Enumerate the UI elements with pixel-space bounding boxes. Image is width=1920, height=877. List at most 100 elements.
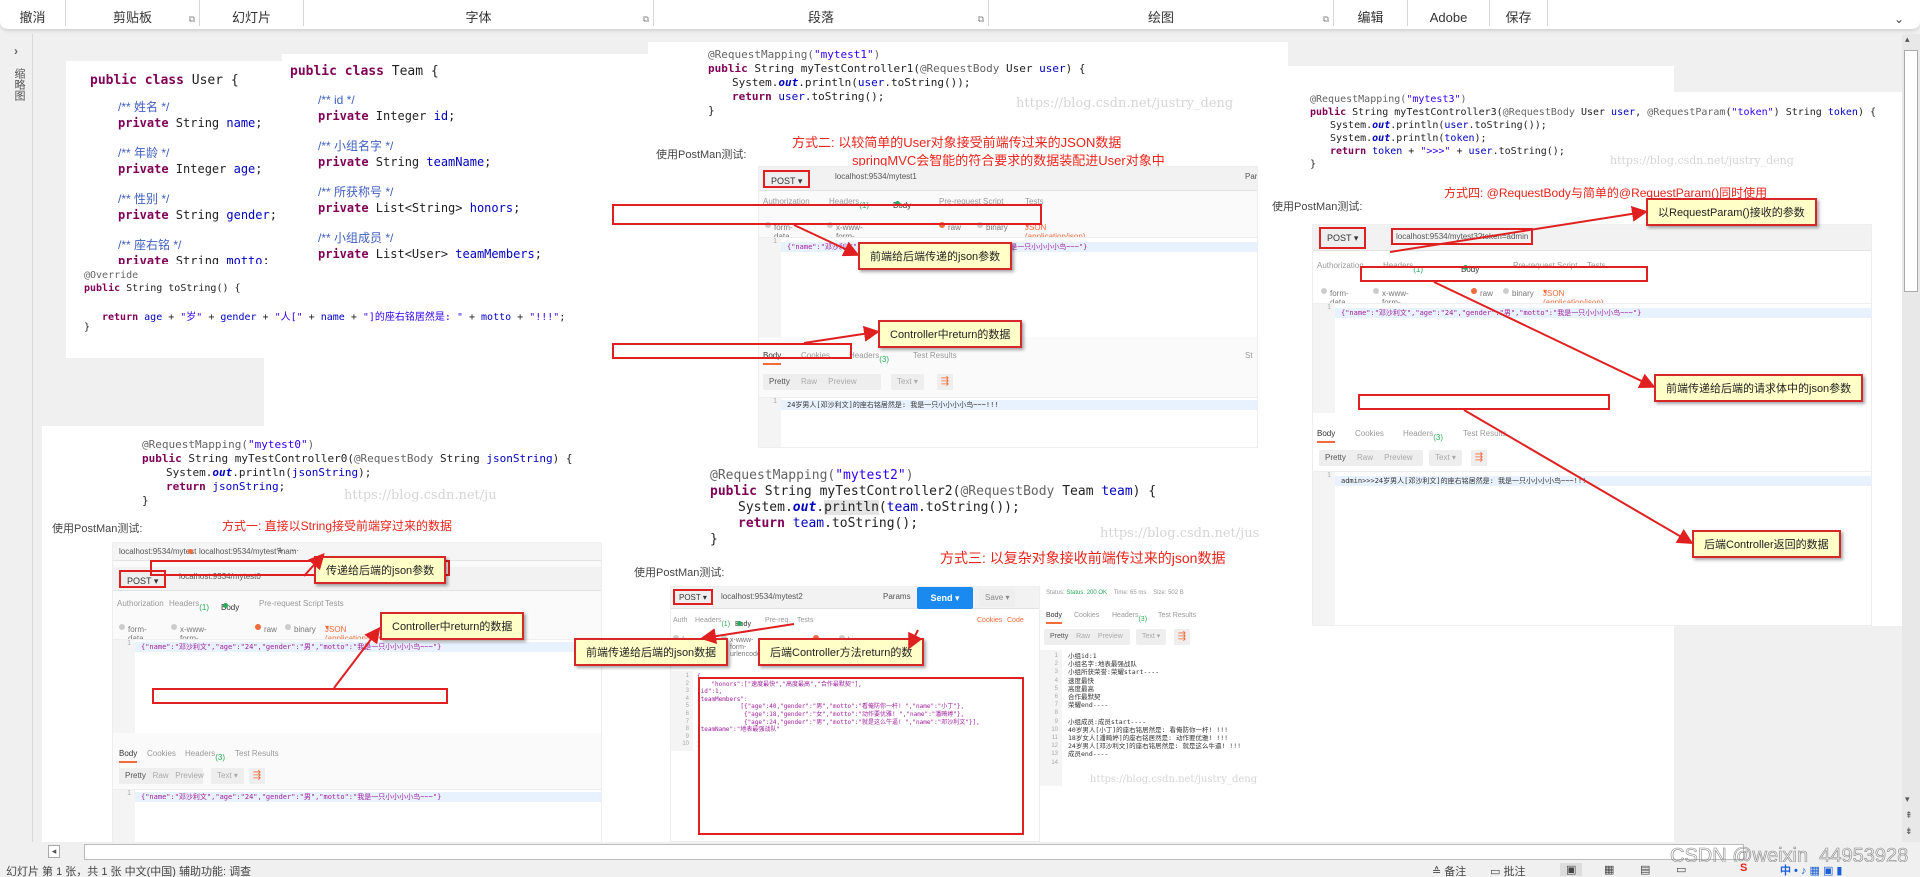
response-line: 18岁女人[潘畸婷]的座右铭居然是: 动作要优雅! !!! — [1068, 734, 1229, 743]
url-input[interactable]: localhost:9534/mytest2 — [721, 592, 803, 601]
vertical-scrollbar[interactable]: ▴ ▾ ⇞ ⇟ — [1902, 34, 1920, 842]
chevron-down-icon[interactable]: ⌄ — [1894, 12, 1904, 26]
thumbnail-pane-label[interactable]: 缩略图 — [13, 68, 25, 101]
ribbon-group-clipboard[interactable]: 剪贴板 ⧉ — [66, 0, 200, 26]
response-line — [1068, 759, 1241, 767]
slide-sorter-icon[interactable]: ▦ — [1604, 863, 1614, 876]
resp-tab-headers[interactable]: Headers (3) — [849, 351, 889, 364]
save-button[interactable]: Save ▾ — [979, 589, 1016, 607]
ribbon-group-paragraph[interactable]: 段落 ⧉ — [654, 0, 989, 26]
format-select[interactable]: Text ▾ — [1136, 629, 1167, 645]
ime-toolbar[interactable]: 中 • ♪ ▦ ▣ ▮ — [1780, 862, 1842, 877]
radio-form-data[interactable]: form-data — [1321, 287, 1349, 307]
view-mode-group[interactable]: Pretty Raw Preview — [1044, 629, 1130, 645]
new-tab-plus-icon[interactable]: + — [277, 545, 283, 557]
resp-tab-headers[interactable]: Headers (3) — [1112, 612, 1147, 623]
tab-headers[interactable]: Headers (1) — [695, 617, 730, 628]
url-input[interactable]: localhost:9534/mytest3?token=admin — [1391, 228, 1534, 245]
tab-pre-request-script[interactable]: Pre-request Script — [259, 599, 323, 608]
slideshow-icon[interactable]: ▭ — [1676, 863, 1686, 876]
resp-tab-cookies[interactable]: Cookies — [1074, 612, 1099, 619]
resp-tab-headers[interactable]: Headers (3) — [185, 749, 225, 762]
url-input[interactable]: localhost:9534/mytest1 — [835, 172, 917, 181]
ribbon-group-save[interactable]: 保存 — [1490, 0, 1548, 26]
resp-tab-test-results[interactable]: Test Results — [913, 351, 957, 360]
resp-tab-body[interactable]: Body — [1046, 612, 1062, 624]
code-comment: /** 小组名字 */ — [318, 139, 394, 153]
content-type-select[interactable]: JSON (application/json) ▾ — [1543, 287, 1603, 307]
method-select[interactable]: POST ▾ — [1319, 227, 1367, 249]
resp-tab-test-results[interactable]: Test Results — [235, 749, 279, 758]
params-button[interactable]: Params — [883, 592, 911, 601]
code-line: private String gender; — [118, 208, 277, 222]
ribbon-group-editing[interactable]: 编辑 — [1334, 0, 1408, 26]
radio-urlencoded[interactable]: x-www-form-urlencoded — [1373, 287, 1422, 316]
ribbon-group-slides[interactable]: 幻灯片 — [200, 0, 304, 26]
notes-button[interactable]: ≙ 备注 — [1432, 863, 1466, 877]
send-button[interactable]: Send ▾ — [917, 587, 973, 609]
radio-binary[interactable]: binary — [1503, 287, 1534, 298]
scroll-left-icon[interactable]: ◂ — [48, 845, 60, 858]
dialog-launcher-icon[interactable]: ⧉ — [189, 14, 195, 24]
dialog-launcher-icon[interactable]: ⧉ — [643, 14, 649, 24]
method-select[interactable]: POST ▾ — [673, 589, 713, 605]
params-button[interactable]: Par — [1245, 172, 1257, 181]
resp-tab-headers[interactable]: Headers (3) — [1403, 429, 1443, 442]
radio-raw[interactable]: raw — [255, 623, 277, 634]
ime-logo-icon[interactable]: S — [1740, 862, 1747, 874]
tab-pre-req[interactable]: Pre-req. — [765, 617, 790, 624]
resp-tab-cookies[interactable]: Cookies — [1355, 429, 1384, 438]
format-select[interactable]: Text ▾ — [1429, 450, 1462, 466]
wrap-lines-icon[interactable]: ⇶ — [1471, 450, 1487, 466]
tab-auth[interactable]: Auth — [673, 617, 687, 624]
view-mode-group[interactable]: Pretty Raw Preview — [119, 768, 204, 784]
normal-view-icon[interactable]: ▣ — [1560, 863, 1583, 876]
resp-tab-body[interactable]: Body — [119, 749, 138, 763]
previous-slide-icon[interactable]: ⇞ — [1905, 810, 1913, 821]
ribbon-group-drawing[interactable]: 绘图 ⧉ — [989, 0, 1334, 26]
view-mode-group[interactable]: Pretty Raw Preview — [1319, 450, 1423, 466]
ribbon-group-undo[interactable]: 撤消 — [0, 0, 66, 26]
radio-form-data[interactable]: form-data — [119, 623, 147, 643]
dialog-launcher-icon[interactable]: ⧉ — [978, 14, 984, 24]
request-tab[interactable]: localhost:9534/mytest — [119, 547, 196, 556]
scroll-down-icon[interactable]: ▾ — [1905, 794, 1910, 805]
format-select[interactable]: Text ▾ — [211, 768, 244, 784]
radio-binary[interactable]: binary — [285, 623, 316, 634]
format-select[interactable]: Text ▾ — [891, 374, 924, 390]
tab-authorization[interactable]: Authorization — [1317, 261, 1364, 270]
next-slide-icon[interactable]: ⇟ — [1905, 826, 1913, 837]
horizontal-scroll-thumb[interactable] — [84, 844, 1744, 860]
view-mode-group[interactable]: Pretty Raw Preview — [763, 374, 881, 390]
resp-tab-body[interactable]: Body — [1317, 429, 1336, 443]
scroll-up-icon[interactable]: ▴ — [1905, 34, 1910, 45]
radio-urlencoded[interactable]: x-www-form-urlencoded — [171, 623, 220, 652]
content-type-select[interactable]: JSON (application/json) ▾ — [325, 623, 385, 643]
resp-tab-cookies[interactable]: Cookies — [147, 749, 176, 758]
dialog-launcher-icon[interactable]: ⧉ — [1323, 14, 1329, 24]
chevron-right-icon[interactable]: › — [14, 44, 18, 58]
vertical-scroll-thumb[interactable] — [1904, 50, 1918, 292]
horizontal-scrollbar[interactable]: ◂ — [44, 844, 1902, 860]
response-body: 1 24岁男人[邓沙利文]的座右铭居然是: 我是一只小小小小鸟~~~!!! — [759, 397, 1257, 447]
comments-button[interactable]: ▭ 批注 — [1490, 863, 1525, 877]
ribbon-group-adobe-acrobat[interactable]: Adobe Acrobat — [1408, 0, 1490, 61]
reading-view-icon[interactable]: ▤ — [1640, 863, 1650, 876]
tab-authorization[interactable]: Authorization — [117, 599, 164, 608]
cookies-link[interactable]: Cookies — [977, 617, 1002, 624]
more-tabs-icon[interactable]: ··· — [291, 546, 299, 555]
radio-raw[interactable]: raw — [1471, 287, 1493, 298]
request-body-editor[interactable]: 1 {"name":"邓沙利文","age":"24","gender":"男"… — [113, 639, 601, 733]
code-link[interactable]: Code — [1007, 617, 1024, 624]
ribbon-group-font[interactable]: 字体 ⧉ — [304, 0, 654, 26]
wrap-lines-icon[interactable]: ⇶ — [937, 374, 953, 390]
tab-headers[interactable]: Headers (1) — [169, 599, 209, 612]
resp-tab-test-results[interactable]: Test Results — [1158, 612, 1196, 619]
wrap-lines-icon[interactable]: ⇶ — [249, 768, 265, 784]
tab-tests[interactable]: Tests — [325, 599, 344, 608]
tab-tests[interactable]: Tests — [797, 617, 813, 624]
method-select[interactable]: POST ▾ — [763, 170, 811, 188]
wrap-lines-icon[interactable]: ⇶ — [1174, 629, 1190, 645]
code-annotation: @Override — [84, 270, 139, 281]
resp-tab-test-results[interactable]: Test Results — [1463, 429, 1507, 438]
